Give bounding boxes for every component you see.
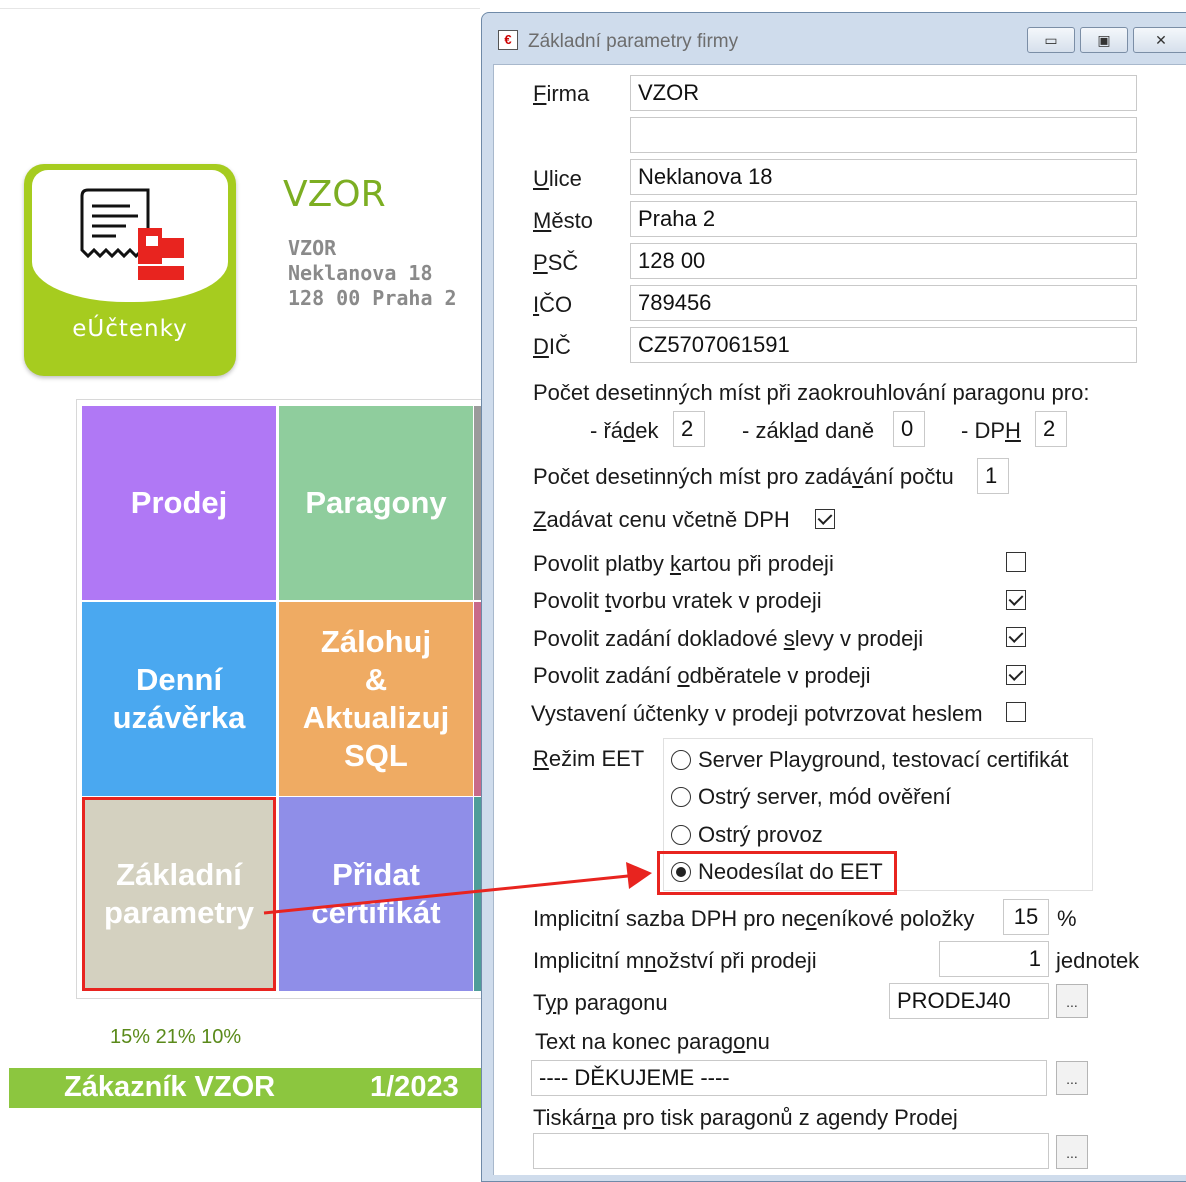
card-payments-checkbox[interactable] bbox=[1006, 552, 1026, 572]
label-returns: Povolit tvorbu vratek v prodeji bbox=[533, 588, 822, 613]
password-confirm-checkbox[interactable] bbox=[1006, 702, 1026, 722]
label-default-vat-rate: Implicitní sazba DPH pro neceníkové polo… bbox=[533, 906, 975, 931]
close-button[interactable]: ✕ bbox=[1133, 27, 1186, 53]
eet-option-verification[interactable]: Ostrý server, mód ověření bbox=[698, 784, 951, 810]
printer-browse-button[interactable]: ... bbox=[1056, 1135, 1088, 1169]
maximize-icon: ▣ bbox=[1097, 31, 1111, 48]
logo-label: eÚčtenky bbox=[72, 316, 188, 342]
eet-option-playground[interactable]: Server Playground, testovací certifikát bbox=[698, 747, 1069, 773]
label-price-incl-vat: Zadávat cenu včetně DPH bbox=[533, 507, 790, 532]
company-address: VZOR Neklanova 18 128 00 Praha 2 bbox=[288, 236, 457, 311]
label-card-payments: Povolit platby kartou při prodeji bbox=[533, 551, 834, 576]
tile-label-line: uzávěrka bbox=[112, 700, 246, 735]
app-logo: eÚčtenky bbox=[24, 164, 236, 376]
label-receipt-type: Typ paragonu bbox=[533, 990, 668, 1015]
end-text-browse-button[interactable]: ... bbox=[1056, 1061, 1088, 1095]
default-qty-input[interactable]: 1 bbox=[939, 941, 1049, 977]
label-ulice: Ulice bbox=[533, 166, 582, 191]
default-qty-unit: jednotek bbox=[1056, 948, 1140, 973]
company-street-line: Neklanova 18 bbox=[288, 261, 433, 285]
receipt-type-input[interactable]: PRODEJ40 bbox=[889, 983, 1049, 1019]
company-name-line: VZOR bbox=[288, 236, 337, 260]
label-radek: - řádek bbox=[590, 418, 659, 443]
firma-input[interactable]: VZOR bbox=[630, 75, 1137, 111]
returns-checkbox[interactable] bbox=[1006, 590, 1026, 610]
company-title: VZOR bbox=[283, 174, 386, 215]
eet-radio-playground[interactable] bbox=[671, 750, 691, 770]
highlight-box bbox=[657, 851, 897, 895]
tile-label: Paragony bbox=[305, 485, 447, 520]
ulice-input[interactable]: Neklanova 18 bbox=[630, 159, 1137, 195]
label-eet-mode: Režim EET bbox=[533, 746, 645, 771]
rounding-heading: Počet desetinných míst při zaokrouhlován… bbox=[533, 380, 1090, 405]
dph-decimals-input[interactable]: 2 bbox=[1035, 411, 1067, 447]
customer-entry-checkbox[interactable] bbox=[1006, 665, 1026, 685]
tile-label-line: SQL bbox=[344, 738, 408, 773]
tile-label-line: certifikát bbox=[311, 895, 441, 930]
label-dic: DIČ bbox=[533, 334, 571, 359]
label-firma: Firma bbox=[533, 81, 590, 106]
tile-label-line: Aktualizuj bbox=[302, 700, 450, 735]
label-password-confirm: Vystavení účtenky v prodeji potvrzovat h… bbox=[531, 701, 983, 726]
psc-input[interactable]: 128 00 bbox=[630, 243, 1137, 279]
label-end-text: Text na konec paragonu bbox=[535, 1029, 770, 1054]
tile-label-line: Přidat bbox=[332, 857, 420, 892]
tile-zalohuj-aktualizuj[interactable]: Zálohuj & Aktualizuj SQL bbox=[279, 602, 473, 796]
ico-input[interactable]: 789456 bbox=[630, 285, 1137, 321]
tile-label-line: parametry bbox=[104, 895, 254, 930]
qty-decimals-input[interactable]: 1 bbox=[977, 458, 1009, 494]
label-default-qty: Implicitní množství při prodeji bbox=[533, 948, 817, 973]
default-vat-rate-input[interactable]: 15 bbox=[1003, 899, 1049, 935]
label-ico: IČO bbox=[533, 292, 573, 317]
price-incl-vat-checkbox[interactable] bbox=[815, 509, 835, 529]
label-dph: - DPH bbox=[961, 418, 1021, 443]
tile-label-line: & bbox=[364, 662, 388, 697]
tile-denni-uzaverka[interactable]: Denní uzávěrka bbox=[82, 602, 276, 796]
footer-period: 1/2023 bbox=[370, 1071, 459, 1103]
label-psc: PSČ bbox=[533, 250, 579, 275]
label-document-discount: Povolit zadání dokladové slevy v prodeji bbox=[533, 626, 924, 651]
tile-pridat-certifikat[interactable]: Přidat certifikát bbox=[279, 797, 473, 991]
maximize-button[interactable]: ▣ bbox=[1080, 27, 1128, 53]
minimize-icon: ▭ bbox=[1044, 31, 1058, 48]
eet-option-production[interactable]: Ostrý provoz bbox=[698, 822, 823, 848]
mesto-input[interactable]: Praha 2 bbox=[630, 201, 1137, 237]
label-mesto: Město bbox=[533, 208, 593, 233]
vat-rate-unit: % bbox=[1057, 906, 1077, 931]
tile-label: Prodej bbox=[130, 485, 228, 520]
eet-radio-production[interactable] bbox=[671, 825, 691, 845]
minimize-button[interactable]: ▭ bbox=[1027, 27, 1075, 53]
tile-label-line: Denní bbox=[135, 662, 223, 697]
receipt-type-browse-button[interactable]: ... bbox=[1056, 984, 1088, 1018]
tile-zakladni-parametry[interactable]: Základní parametry bbox=[82, 797, 276, 991]
tile-label-line: Základní bbox=[116, 857, 242, 892]
dialog-title: Základní parametry firmy bbox=[528, 31, 739, 52]
printer-input[interactable] bbox=[533, 1133, 1049, 1169]
firma-line2-input[interactable] bbox=[630, 117, 1137, 153]
label-qty-decimals: Počet desetinných míst pro zadávání počt… bbox=[533, 464, 954, 489]
tile-paragony[interactable]: Paragony bbox=[279, 406, 473, 600]
label-zaklad-dane: - základ daně bbox=[742, 418, 875, 443]
close-icon: ✕ bbox=[1155, 31, 1167, 48]
tile-label-line: Zálohuj bbox=[320, 624, 432, 659]
dic-input[interactable]: CZ5707061591 bbox=[630, 327, 1137, 363]
company-city-line: 128 00 Praha 2 bbox=[288, 286, 457, 310]
vat-rates: 15% 21% 10% bbox=[110, 1026, 242, 1048]
receipt-logo-icon bbox=[80, 188, 184, 280]
end-text-input[interactable]: ---- DĚKUJEME ---- bbox=[531, 1060, 1047, 1096]
app-icon[interactable]: € bbox=[498, 30, 518, 50]
eet-radio-verification[interactable] bbox=[671, 787, 691, 807]
top-divider bbox=[0, 8, 480, 9]
document-discount-checkbox[interactable] bbox=[1006, 627, 1026, 647]
radek-decimals-input[interactable]: 2 bbox=[673, 411, 705, 447]
tile-prodej[interactable]: Prodej bbox=[82, 406, 276, 600]
label-customer-entry: Povolit zadání odběratele v prodeji bbox=[533, 663, 871, 688]
label-printer: Tiskárna pro tisk paragonů z agendy Prod… bbox=[533, 1105, 958, 1130]
footer-customer: Zákazník VZOR bbox=[64, 1071, 276, 1103]
zaklad-dane-decimals-input[interactable]: 0 bbox=[893, 411, 925, 447]
